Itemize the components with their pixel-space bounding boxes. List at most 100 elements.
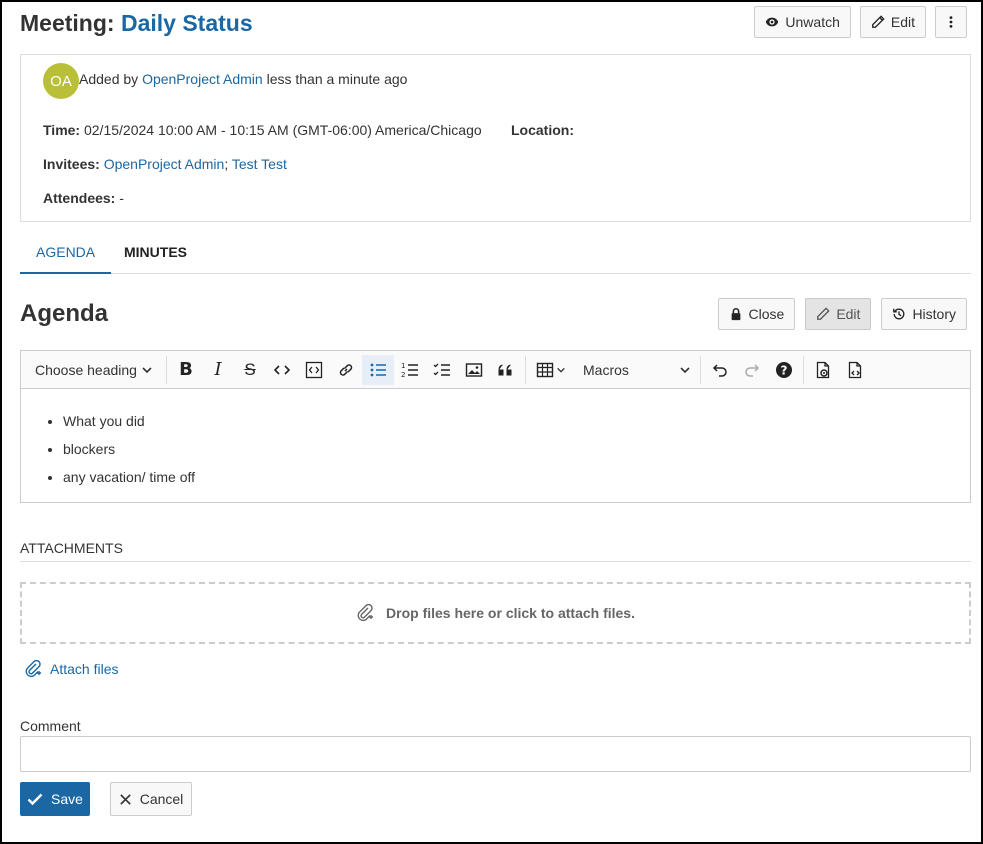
code-block-button[interactable] (298, 355, 330, 385)
invitees-row: Invitees: OpenProject Admin; Test Test (43, 156, 287, 172)
history-button[interactable]: History (881, 298, 967, 330)
preview-button[interactable] (807, 355, 839, 385)
agenda-list: What you did blockers any vacation/ time… (41, 407, 950, 491)
attach-files-link[interactable]: Attach files (24, 660, 118, 678)
tab-minutes[interactable]: Minutes (108, 234, 203, 274)
quote-icon (498, 364, 512, 375)
numbered-list-icon: 12 (401, 362, 418, 379)
close-agenda-button[interactable]: Close (717, 298, 796, 330)
code-block-icon (305, 361, 323, 378)
chevron-down-icon (557, 367, 565, 373)
attendees-value: - (119, 190, 124, 206)
code-icon (273, 364, 291, 375)
invitee-link[interactable]: Test Test (232, 156, 287, 172)
attach-files-label: Attach files (50, 661, 119, 677)
edit-agenda-label: Edit (836, 306, 861, 322)
preview-icon (816, 361, 830, 378)
list-item: blockers (63, 435, 950, 463)
time-value: 02/15/2024 10:00 AM - 10:15 AM (GMT-06:0… (83, 122, 482, 138)
macros-label: Macros (583, 361, 629, 378)
insert-image-button[interactable] (458, 355, 490, 385)
attendees-label: Attendees: (43, 190, 116, 206)
pencil-icon (871, 15, 885, 28)
toolbar-divider (700, 355, 701, 384)
page-header: Meeting: Daily Status Unwatch Edit (20, 6, 967, 42)
numbered-list-button[interactable]: 12 (394, 355, 426, 385)
undo-icon (712, 363, 727, 377)
time-label: Time: (43, 122, 81, 138)
invitee-link[interactable]: OpenProject Admin (104, 156, 225, 172)
redo-button[interactable] (736, 355, 768, 385)
todo-list-button[interactable] (426, 355, 458, 385)
added-by-prefix: Added by (79, 71, 139, 87)
unwatch-button[interactable]: Unwatch (754, 6, 851, 38)
bulleted-list-icon (370, 363, 386, 376)
help-icon: ? (776, 361, 792, 378)
chevron-down-icon (142, 366, 152, 373)
title-prefix: Meeting: (20, 10, 115, 36)
avatar: OA (43, 63, 79, 99)
toolbar-divider (525, 355, 526, 384)
bold-icon: B (179, 359, 193, 380)
more-actions-button[interactable] (935, 6, 967, 38)
italic-button[interactable]: I (202, 355, 234, 385)
list-item: What you did (63, 407, 950, 435)
table-icon (536, 362, 554, 377)
close-label: Close (748, 306, 785, 322)
agenda-actions: Close Edit History (717, 298, 967, 330)
image-icon (465, 362, 483, 377)
insert-table-button[interactable] (529, 355, 573, 385)
edit-label: Edit (890, 14, 915, 30)
history-icon (893, 308, 905, 320)
lock-icon (731, 308, 740, 321)
added-time: less than a minute ago (266, 71, 408, 87)
svg-text:1: 1 (401, 362, 405, 370)
heading-dropdown[interactable]: Choose heading (25, 355, 163, 385)
attachment-dropzone[interactable]: Drop files here or click to attach files… (20, 582, 971, 644)
toolbar-divider (166, 355, 167, 384)
macros-dropdown[interactable]: Macros (573, 355, 697, 385)
meeting-details: OA Added by OpenProject Admin less than … (20, 54, 971, 222)
agenda-heading: Agenda (20, 300, 109, 327)
tab-bar: Agenda Minutes (20, 234, 971, 274)
attendees-row: Attendees: - (43, 190, 124, 206)
strikethrough-button[interactable]: S (234, 355, 266, 385)
added-by-line: Added by OpenProject Admin less than a m… (79, 71, 407, 87)
paperclip-icon (357, 604, 374, 622)
inline-code-button[interactable] (266, 355, 298, 385)
checklist-icon (433, 363, 450, 376)
history-label: History (912, 306, 956, 322)
editor-toolbar: Choose heading B I S 12 Macros ? (21, 351, 970, 389)
kebab-menu-icon (949, 16, 953, 28)
pencil-icon (817, 307, 830, 320)
italic-icon: I (214, 359, 222, 380)
source-mode-button[interactable] (839, 355, 871, 385)
cancel-label: Cancel (139, 791, 184, 807)
tab-agenda[interactable]: Agenda (20, 234, 112, 274)
bulleted-list-button[interactable] (362, 354, 394, 385)
invitees-label: Invitees: (43, 156, 100, 172)
save-button[interactable]: Save (20, 782, 90, 816)
blockquote-button[interactable] (490, 355, 522, 385)
svg-text:?: ? (781, 363, 788, 377)
location-label: Location: (511, 122, 574, 138)
editor-content[interactable]: What you did blockers any vacation/ time… (21, 389, 970, 505)
redo-icon (745, 363, 760, 377)
strikethrough-icon: S (244, 359, 256, 379)
time-row: Time: 02/15/2024 10:00 AM - 10:15 AM (GM… (43, 122, 482, 138)
source-code-icon (848, 361, 862, 378)
bold-button[interactable]: B (170, 355, 202, 385)
edit-agenda-button[interactable]: Edit (805, 298, 872, 330)
list-item: any vacation/ time off (63, 463, 950, 491)
comment-input[interactable] (20, 736, 971, 772)
agenda-editor: Choose heading B I S 12 Macros ? • What … (20, 350, 971, 503)
added-by-user-link[interactable]: OpenProject Admin (142, 71, 263, 87)
cancel-button[interactable]: Cancel (110, 782, 192, 816)
help-button[interactable]: ? (768, 355, 800, 385)
checkmark-icon (27, 793, 43, 806)
undo-button[interactable] (704, 355, 736, 385)
unwatch-label: Unwatch (785, 14, 840, 30)
edit-meeting-button[interactable]: Edit (859, 6, 926, 38)
heading-dropdown-label: Choose heading (35, 361, 137, 378)
link-button[interactable] (330, 355, 362, 385)
